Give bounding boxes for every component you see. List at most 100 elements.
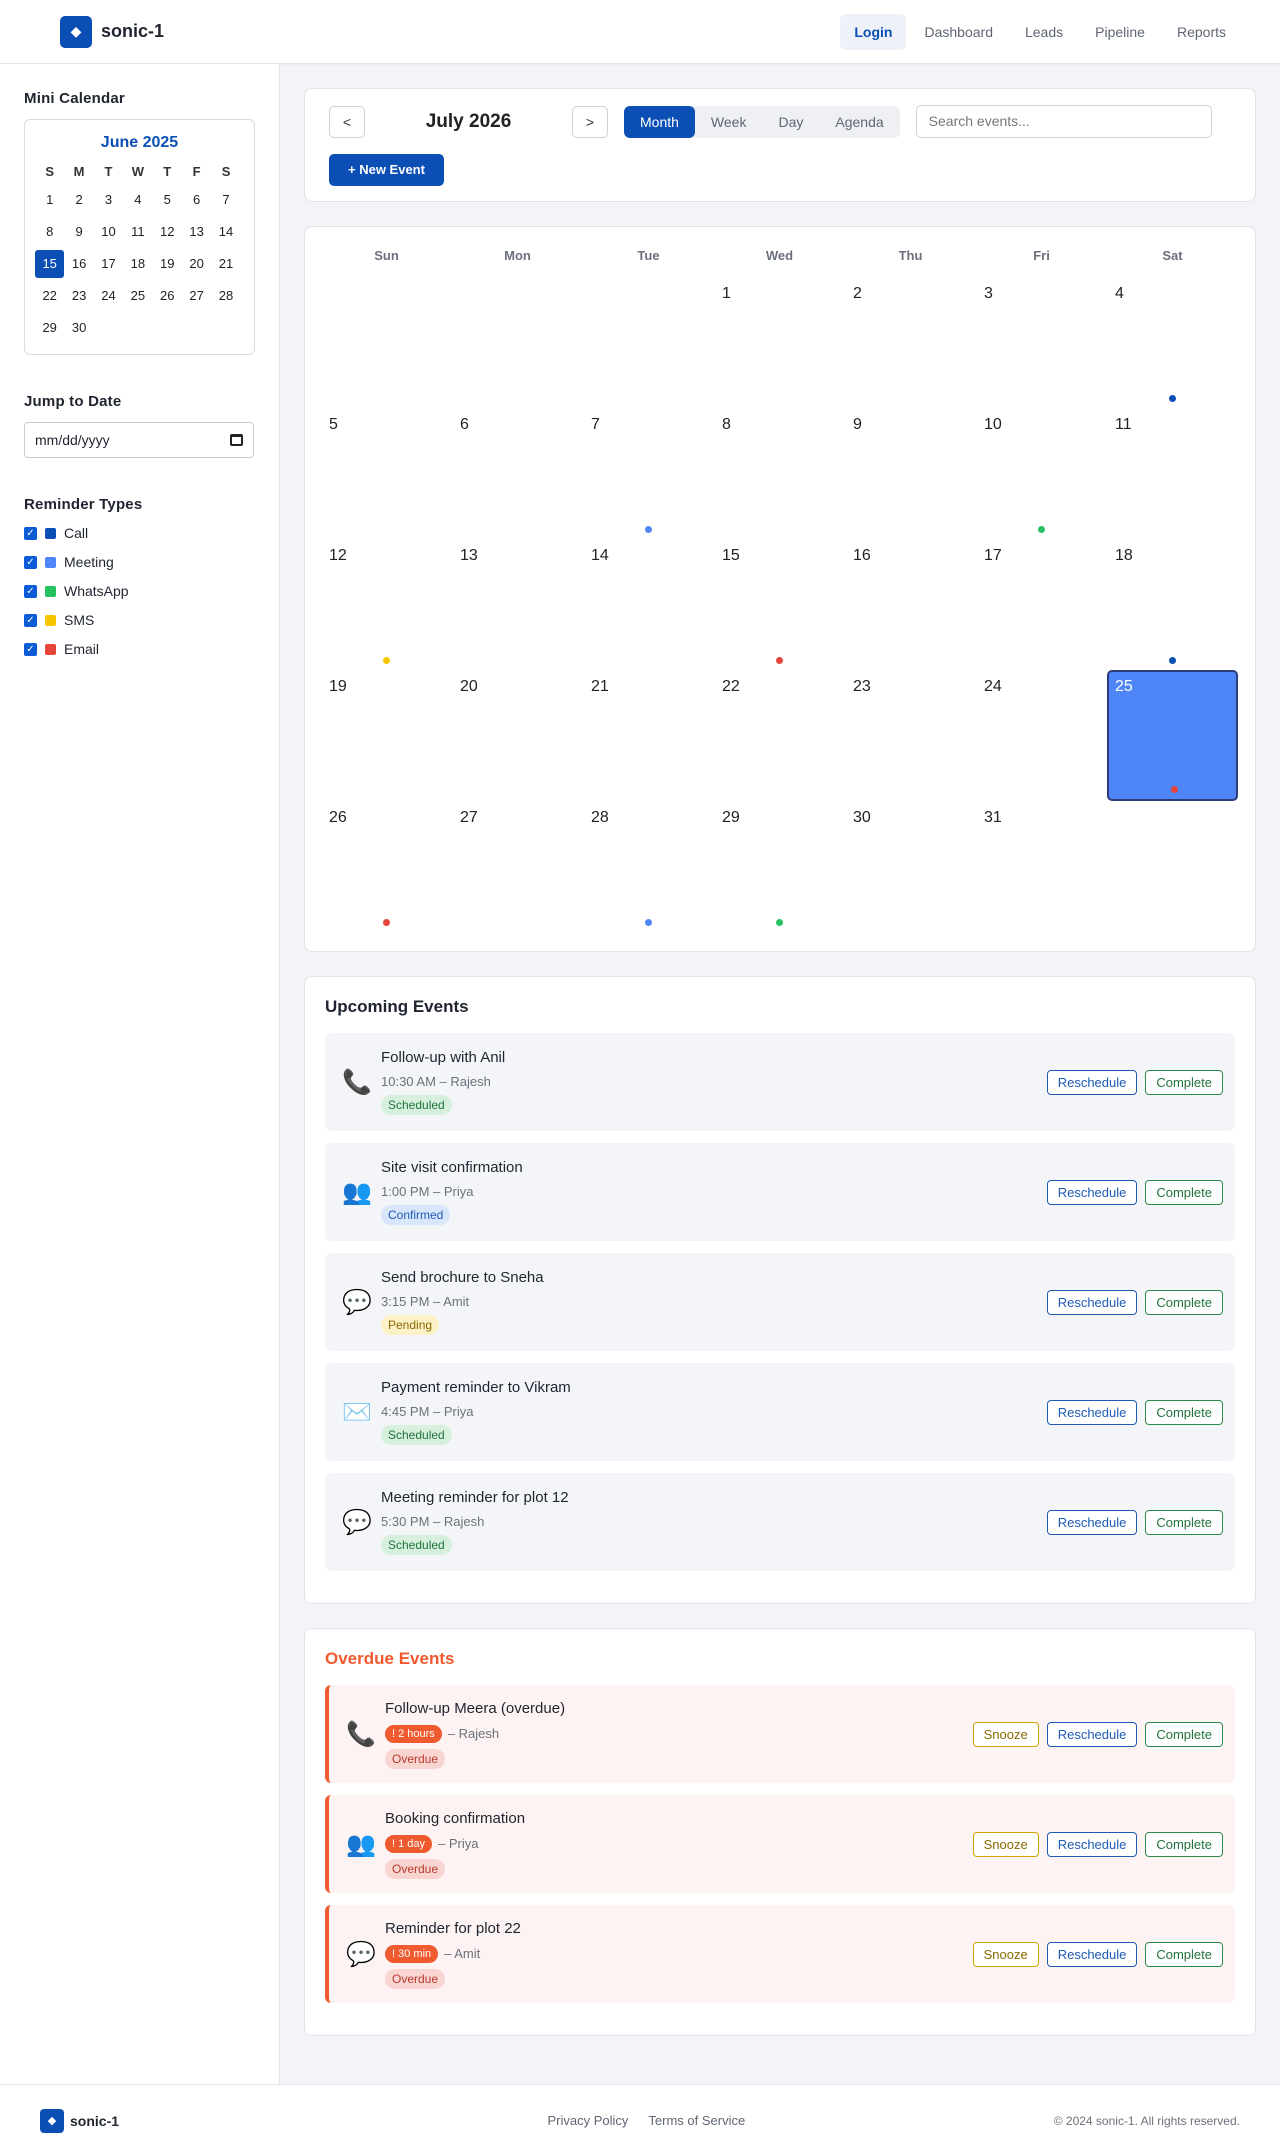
mini-day[interactable]: 20: [182, 250, 211, 278]
complete-button[interactable]: Complete: [1145, 1069, 1223, 1095]
calendar-icon[interactable]: [230, 434, 243, 446]
day-cell[interactable]: 31: [976, 801, 1107, 932]
event-item[interactable]: 💬 Meeting reminder for plot 12 5:30 PM – R…: [325, 1473, 1235, 1571]
prev-month-button[interactable]: <: [329, 105, 365, 138]
mini-day[interactable]: 8: [35, 218, 64, 246]
mini-day[interactable]: 2: [64, 186, 93, 214]
mini-day[interactable]: 10: [94, 218, 123, 246]
overdue-event-item[interactable]: 📞 Follow-up Meera (overdue) ! 2 hours – Raj…: [325, 1685, 1235, 1783]
mini-day[interactable]: 24: [94, 282, 123, 310]
day-cell[interactable]: 29: [714, 801, 845, 932]
overdue-event-item[interactable]: 👥 Booking confirmation ! 1 day – Priya Overd…: [325, 1795, 1235, 1893]
mini-day[interactable]: 16: [64, 250, 93, 278]
checkbox-checked-icon[interactable]: ✓: [24, 526, 37, 540]
complete-button[interactable]: Complete: [1145, 1179, 1223, 1205]
day-cell[interactable]: 11: [1107, 408, 1238, 539]
complete-button[interactable]: Complete: [1145, 1831, 1223, 1857]
mini-day[interactable]: 25: [123, 282, 152, 310]
nav-link-login[interactable]: Login: [840, 13, 907, 50]
mini-day[interactable]: 21: [211, 250, 240, 278]
mini-day[interactable]: 5: [153, 186, 182, 214]
day-cell[interactable]: 15: [714, 539, 845, 670]
snooze-button[interactable]: Snooze: [972, 1721, 1039, 1747]
day-cell[interactable]: 2: [845, 277, 976, 408]
day-cell[interactable]: 7: [583, 408, 714, 539]
day-cell[interactable]: 10: [976, 408, 1107, 539]
reminder-type-call[interactable]: ✓ Call: [24, 525, 255, 541]
reminder-type-sms[interactable]: ✓ SMS: [24, 612, 255, 628]
mini-day[interactable]: 14: [211, 218, 240, 246]
complete-button[interactable]: Complete: [1145, 1289, 1223, 1315]
day-cell[interactable]: 5: [321, 408, 452, 539]
search-events-input[interactable]: Search events...: [915, 105, 1212, 138]
day-cell[interactable]: 23: [845, 670, 976, 801]
nav-link-reports[interactable]: Reports: [1163, 14, 1240, 50]
complete-button[interactable]: Complete: [1145, 1941, 1223, 1967]
day-cell[interactable]: 17: [976, 539, 1107, 670]
nav-link-dashboard[interactable]: Dashboard: [910, 14, 1007, 50]
day-cell[interactable]: 22: [714, 670, 845, 801]
day-cell[interactable]: 14: [583, 539, 714, 670]
reschedule-button[interactable]: Reschedule: [1046, 1509, 1138, 1535]
reschedule-button[interactable]: Reschedule: [1046, 1721, 1138, 1747]
day-cell[interactable]: 27: [452, 801, 583, 932]
complete-button[interactable]: Complete: [1145, 1509, 1223, 1535]
mini-day[interactable]: 23: [64, 282, 93, 310]
event-item[interactable]: 👥 Site visit confirmation 1:00 PM – Priya C…: [325, 1143, 1235, 1241]
reschedule-button[interactable]: Reschedule: [1046, 1831, 1138, 1857]
mini-day[interactable]: 19: [153, 250, 182, 278]
mini-day[interactable]: 22: [35, 282, 64, 310]
mini-day[interactable]: 26: [153, 282, 182, 310]
day-cell[interactable]: 16: [845, 539, 976, 670]
mini-day[interactable]: 6: [182, 186, 211, 214]
reminder-type-email[interactable]: ✓ Email: [24, 641, 255, 657]
footer-link[interactable]: Terms of Service: [648, 2113, 745, 2128]
nav-link-leads[interactable]: Leads: [1011, 14, 1077, 50]
day-cell[interactable]: 3: [976, 277, 1107, 408]
day-cell[interactable]: 21: [583, 670, 714, 801]
mini-day[interactable]: 29: [35, 314, 64, 342]
mini-day[interactable]: 27: [182, 282, 211, 310]
mini-day[interactable]: 3: [94, 186, 123, 214]
mini-day[interactable]: 17: [94, 250, 123, 278]
event-item[interactable]: 💬 Send brochure to Sneha 3:15 PM – Amit Pen…: [325, 1253, 1235, 1351]
mini-day[interactable]: 15: [35, 250, 65, 278]
checkbox-checked-icon[interactable]: ✓: [24, 613, 37, 627]
snooze-button[interactable]: Snooze: [972, 1831, 1039, 1857]
day-cell[interactable]: 13: [452, 539, 583, 670]
mini-day[interactable]: 18: [123, 250, 152, 278]
view-week-button[interactable]: Week: [695, 106, 763, 138]
mini-day[interactable]: 12: [153, 218, 182, 246]
reschedule-button[interactable]: Reschedule: [1046, 1941, 1138, 1967]
reschedule-button[interactable]: Reschedule: [1046, 1399, 1138, 1425]
today-cell[interactable]: 25: [1107, 670, 1238, 801]
mini-day[interactable]: 30: [64, 314, 93, 342]
mini-day[interactable]: 11: [123, 218, 152, 246]
view-agenda-button[interactable]: Agenda: [819, 106, 899, 138]
jump-date-input[interactable]: mm/dd/yyyy: [24, 422, 254, 458]
complete-button[interactable]: Complete: [1145, 1399, 1223, 1425]
event-item[interactable]: ✉️ Payment reminder to Vikram 4:45 PM – Pr…: [325, 1363, 1235, 1461]
mini-day[interactable]: 9: [64, 218, 93, 246]
day-cell[interactable]: 19: [321, 670, 452, 801]
view-day-button[interactable]: Day: [762, 106, 819, 138]
mini-day[interactable]: 1: [35, 186, 64, 214]
reschedule-button[interactable]: Reschedule: [1046, 1179, 1138, 1205]
day-cell[interactable]: 12: [321, 539, 452, 670]
event-item[interactable]: 📞 Follow-up with Anil 10:30 AM – Rajesh Sch…: [325, 1033, 1235, 1131]
day-cell[interactable]: 8: [714, 408, 845, 539]
day-cell[interactable]: 26: [321, 801, 452, 932]
day-cell[interactable]: 4: [1107, 277, 1238, 408]
reminder-type-whatsapp[interactable]: ✓ WhatsApp: [24, 583, 255, 599]
day-cell[interactable]: 24: [976, 670, 1107, 801]
reschedule-button[interactable]: Reschedule: [1046, 1289, 1138, 1315]
reminder-type-meeting[interactable]: ✓ Meeting: [24, 554, 255, 570]
overdue-event-item[interactable]: 💬 Reminder for plot 22 ! 30 min – Amit Overd…: [325, 1905, 1235, 2003]
day-cell[interactable]: 6: [452, 408, 583, 539]
mini-day[interactable]: 4: [123, 186, 152, 214]
day-cell[interactable]: 28: [583, 801, 714, 932]
day-cell[interactable]: 30: [845, 801, 976, 932]
mini-day[interactable]: 28: [211, 282, 240, 310]
checkbox-checked-icon[interactable]: ✓: [24, 642, 37, 656]
footer-brand[interactable]: ◆ sonic-1: [40, 2108, 119, 2133]
